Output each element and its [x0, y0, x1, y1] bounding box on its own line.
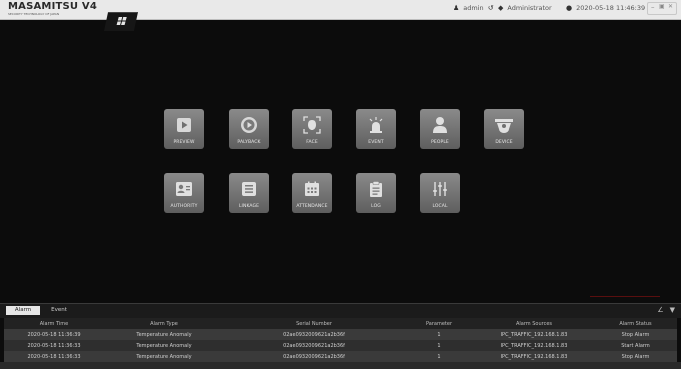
tile-label: ATTENDANCE	[296, 204, 328, 209]
clear-icon[interactable]: ∠	[657, 306, 663, 314]
shield-icon: ◆	[498, 4, 504, 12]
alarm-light-icon	[366, 116, 386, 134]
divider-accent	[590, 296, 660, 297]
cell-alarm-type: Temperature Anomaly	[136, 331, 192, 338]
column-header[interactable]: Parameter	[404, 321, 474, 327]
person-icon	[430, 116, 450, 134]
logo-text: MASAMITSU V4	[8, 1, 98, 12]
sliders-icon	[430, 180, 450, 198]
cell-alarm-time: 2020-05-18 11:36:33	[27, 342, 81, 349]
calendar-icon	[302, 180, 322, 198]
app-logo: MASAMITSU V4 SECURITY TECHNOLOGY OF JAPA…	[8, 1, 97, 16]
tile-label: PREVIEW	[173, 140, 195, 145]
list-icon	[239, 180, 259, 198]
column-header[interactable]: Alarm Status	[594, 321, 677, 327]
cell-alarm-source: IPC_TRAFFIC_192.168.1.83	[500, 331, 568, 338]
cell-alarm-source: IPC_TRAFFIC_192.168.1.83	[500, 342, 568, 349]
table-empty-area	[0, 362, 681, 369]
tile-label: PEOPLE	[431, 140, 449, 145]
tile-label: PALYBACK	[237, 140, 261, 145]
minimize-icon[interactable]: –	[651, 3, 655, 11]
role-name: Administrator	[507, 4, 552, 12]
user-info[interactable]: ♟ admin ↺	[453, 4, 498, 12]
datetime: 2020-05-18 11:46:39	[576, 4, 646, 12]
cell-alarm-type: Temperature Anomaly	[136, 353, 192, 360]
table-row[interactable]: 2020-05-18 11:36:33 Temperature Anomaly …	[4, 351, 677, 362]
id-card-icon	[174, 180, 194, 198]
bottom-tab-bar: Alarm Event ∠ ▼	[0, 303, 681, 318]
clock-info: ● 2020-05-18 11:46:39	[566, 4, 645, 12]
table-row[interactable]: 2020-05-18 11:36:39 Temperature Anomaly …	[4, 329, 677, 340]
logo-subtitle: SECURITY TECHNOLOGY OF JAPAN	[8, 12, 60, 16]
clipboard-icon	[366, 180, 386, 198]
tile-local[interactable]: LOCAL	[420, 173, 460, 213]
tile-preview[interactable]: PREVIEW	[164, 109, 204, 149]
tile-label: LINKAGE	[238, 204, 260, 209]
cell-serial-number: 02ae0932009621a2b36f	[283, 342, 345, 349]
tile-event[interactable]: EVENT	[356, 109, 396, 149]
column-header[interactable]: Alarm Sources	[474, 321, 594, 327]
cell-alarm-type: Temperature Anomaly	[136, 342, 192, 349]
tile-playback[interactable]: PALYBACK	[229, 109, 269, 149]
cell-alarm-status: Stop Alarm	[621, 353, 650, 360]
tile-label: LOCAL	[432, 204, 448, 209]
cell-alarm-status: Start Alarm	[621, 342, 650, 349]
window-controls: – ▣ ✕	[647, 2, 677, 15]
tile-label: LOG	[371, 204, 381, 209]
tile-label: DEVICE	[495, 140, 513, 145]
camera-icon	[494, 116, 514, 134]
cell-parameter: 1	[437, 342, 441, 349]
cell-parameter: 1	[437, 331, 441, 338]
tile-authority[interactable]: AUTHORITY	[164, 173, 204, 213]
column-header[interactable]: Serial Number	[224, 321, 404, 327]
tile-people[interactable]: PEOPLE	[420, 109, 460, 149]
cell-serial-number: 02ae0932009621a2b36f	[283, 353, 345, 360]
clock-icon: ●	[566, 4, 573, 12]
logout-icon[interactable]: ↺	[488, 4, 494, 12]
tile-log[interactable]: LOG	[356, 173, 396, 213]
table-row[interactable]: 2020-05-18 11:36:33 Temperature Anomaly …	[4, 340, 677, 351]
cell-serial-number: 02ae0932009621a2b36f	[283, 331, 345, 338]
playback-icon	[239, 116, 259, 134]
tab-alarm[interactable]: Alarm	[6, 306, 40, 315]
tile-attendance[interactable]: ATTENDANCE	[292, 173, 332, 213]
tab-event[interactable]: Event	[44, 306, 74, 315]
tile-linkage[interactable]: LINKAGE	[229, 173, 269, 213]
cell-alarm-source: IPC_TRAFFIC_192.168.1.83	[500, 353, 568, 360]
home-grid-tab[interactable]	[104, 12, 138, 31]
top-bar: MASAMITSU V4 SECURITY TECHNOLOGY OF JAPA…	[0, 0, 681, 20]
play-icon	[174, 116, 194, 134]
cell-alarm-time: 2020-05-18 11:36:39	[27, 331, 81, 338]
grid-icon	[116, 17, 127, 25]
user-icon: ♟	[453, 4, 460, 12]
maximize-icon[interactable]: ▣	[659, 3, 665, 10]
column-header[interactable]: Alarm Type	[104, 321, 224, 327]
tile-label: FACE	[306, 140, 318, 145]
table-header: Alarm Time Alarm Type Serial Number Para…	[4, 318, 677, 329]
alarm-table: Alarm Time Alarm Type Serial Number Para…	[4, 318, 677, 362]
column-header[interactable]: Alarm Time	[4, 321, 104, 327]
filter-icon[interactable]: ▼	[670, 306, 675, 314]
tile-face[interactable]: FACE	[292, 109, 332, 149]
tile-device[interactable]: DEVICE	[484, 109, 524, 149]
cell-alarm-status: Stop Alarm	[621, 331, 650, 338]
user-name: admin	[463, 4, 484, 12]
cell-parameter: 1	[437, 353, 441, 360]
cell-alarm-time: 2020-05-18 11:36:33	[27, 353, 81, 360]
face-icon	[302, 116, 322, 134]
tile-label: EVENT	[368, 140, 384, 145]
close-icon[interactable]: ✕	[668, 3, 673, 10]
tile-label: AUTHORITY	[170, 204, 198, 209]
role-info: ◆ Administrator	[498, 4, 552, 12]
